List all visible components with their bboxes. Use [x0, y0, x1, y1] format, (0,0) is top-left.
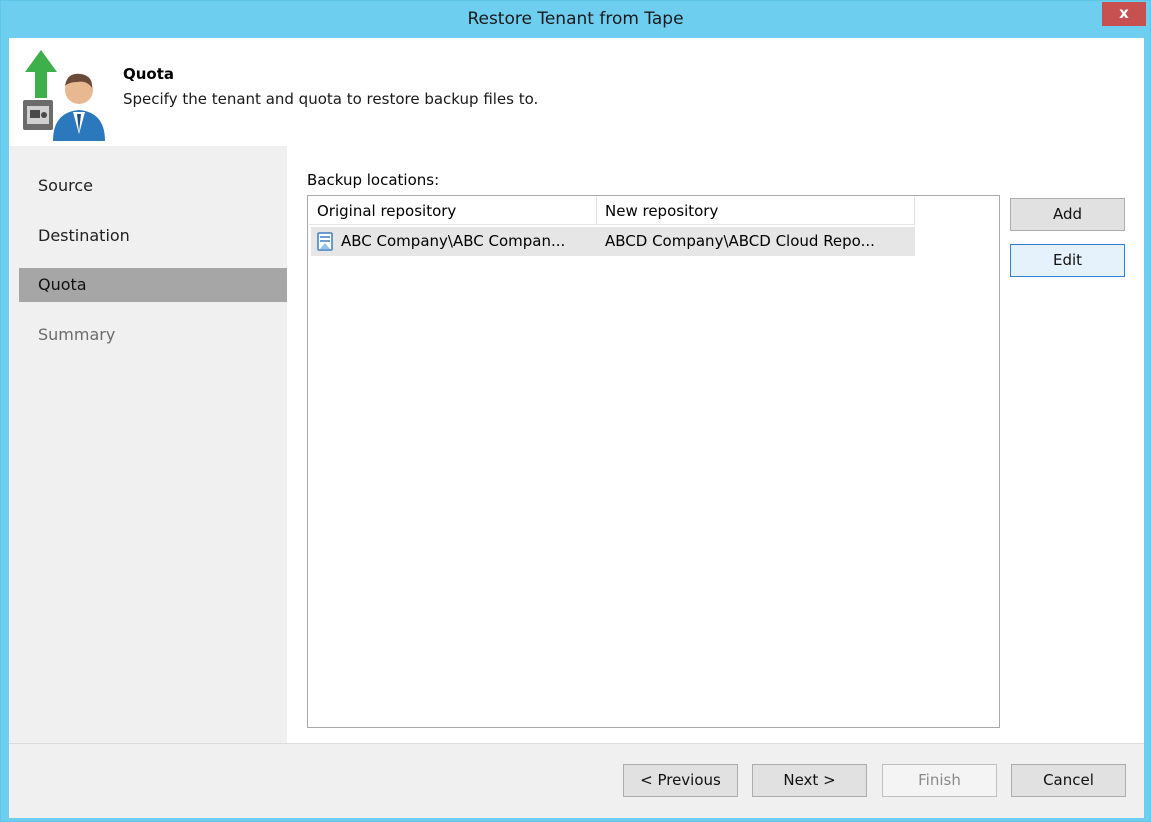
quota-panel: Backup locations: Original repository Ne…	[287, 146, 1144, 743]
step-source[interactable]: Source	[19, 169, 287, 203]
restore-tenant-icon	[23, 50, 105, 141]
page-title: Quota	[123, 65, 175, 83]
new-repository-cell: ABCD Company\ABCD Cloud Repo...	[605, 232, 875, 250]
page-description: Specify the tenant and quota to restore …	[123, 90, 539, 108]
column-original-repository[interactable]: Original repository	[309, 197, 597, 225]
step-quota[interactable]: Quota	[19, 268, 287, 302]
cancel-button[interactable]: Cancel	[1011, 764, 1126, 797]
next-button[interactable]: Next >	[752, 764, 867, 797]
wizard-header: Quota Specify the tenant and quota to re…	[9, 38, 1144, 146]
close-button[interactable]: x	[1102, 2, 1146, 26]
window-title: Restore Tenant from Tape	[467, 9, 684, 29]
add-button[interactable]: Add	[1010, 198, 1125, 231]
dialog-window: Restore Tenant from Tape x Quota Specify…	[0, 0, 1151, 822]
column-new-repository[interactable]: New repository	[597, 197, 915, 225]
wizard-footer: < Previous Next > Finish Cancel	[9, 743, 1144, 818]
step-nav: Source Destination Quota Summary	[9, 146, 287, 743]
title-bar[interactable]: Restore Tenant from Tape x	[1, 1, 1150, 38]
wizard-body: Source Destination Quota Summary Backup …	[9, 146, 1144, 743]
edit-button[interactable]: Edit	[1010, 244, 1125, 277]
original-repository-cell: ABC Company\ABC Compan...	[341, 232, 566, 250]
repository-icon	[317, 232, 333, 251]
finish-button: Finish	[882, 764, 997, 797]
backup-locations-label: Backup locations:	[307, 171, 440, 189]
step-destination[interactable]: Destination	[19, 219, 287, 253]
step-summary: Summary	[38, 325, 116, 344]
backup-locations-list[interactable]: Original repository New repository ABC C…	[307, 195, 1000, 728]
table-row[interactable]: ABC Company\ABC Compan... ABCD Company\A…	[311, 227, 915, 256]
previous-button[interactable]: < Previous	[623, 764, 738, 797]
